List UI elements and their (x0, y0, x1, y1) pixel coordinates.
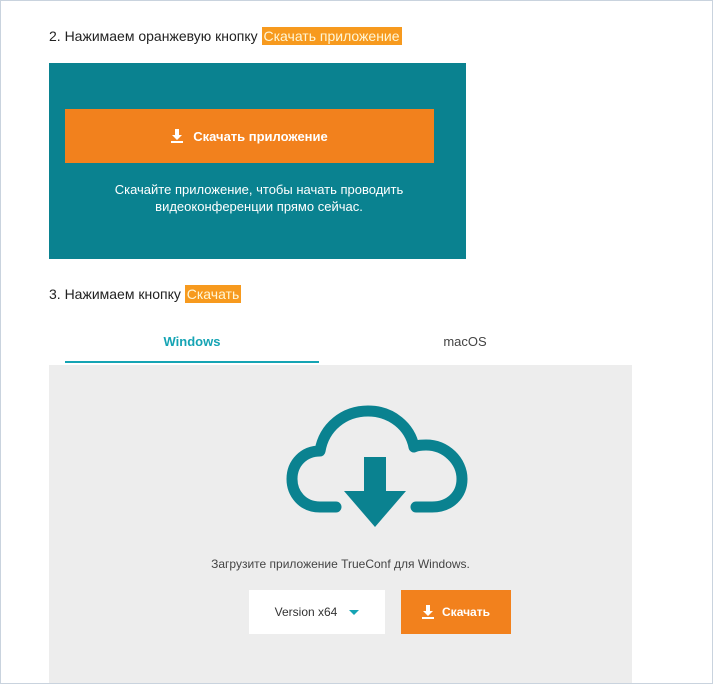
page: 2. Нажимаем оранжевую кнопку Скачать при… (0, 0, 713, 684)
banner-caption: Скачайте приложение, чтобы начать провод… (114, 182, 404, 214)
download-button-label: Скачать (442, 605, 490, 619)
os-tabs: Windows macOS (65, 321, 632, 363)
download-icon (171, 129, 184, 143)
step-2-text: 2. Нажимаем оранжевую кнопку (49, 28, 262, 44)
download-app-banner: Скачать приложение Скачайте приложение, … (49, 63, 466, 259)
download-app-button[interactable]: Скачать приложение (65, 109, 434, 163)
download-caption: Загрузите приложение TrueConf для Window… (211, 557, 470, 571)
cloud-download-icon (284, 399, 470, 539)
step-2-highlight: Скачать приложение (261, 27, 402, 45)
version-select-value: Version x64 (274, 605, 338, 619)
download-panel: Загрузите приложение TrueConf для Window… (49, 365, 632, 683)
download-app-button-label: Скачать приложение (193, 128, 328, 144)
step-3-text: 3. Нажимаем кнопку (49, 286, 185, 302)
chevron-down-icon (349, 609, 360, 615)
tab-macos[interactable]: macOS (365, 321, 565, 361)
step-3-highlight: Скачать (184, 285, 242, 303)
tab-windows[interactable]: Windows (65, 321, 319, 363)
version-select[interactable]: Version x64 (249, 590, 385, 634)
download-button[interactable]: Скачать (401, 590, 511, 634)
step-2-instruction: 2. Нажимаем оранжевую кнопку Скачать при… (49, 26, 402, 46)
download-icon (422, 605, 435, 619)
step-3-instruction: 3. Нажимаем кнопку Скачать (49, 284, 242, 304)
